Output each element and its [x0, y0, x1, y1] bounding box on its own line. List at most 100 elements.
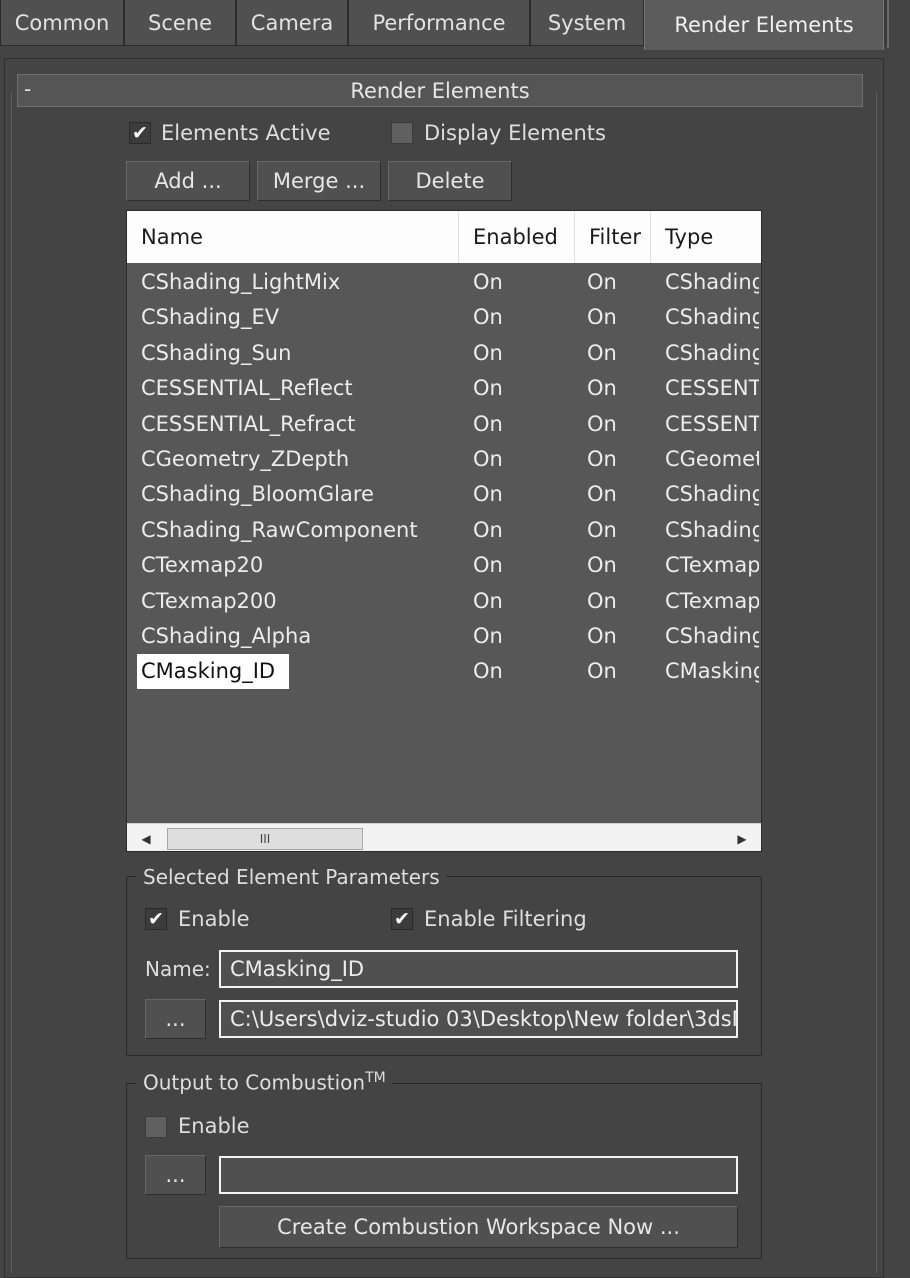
row-name: CTexmap200: [141, 588, 277, 613]
row-name: CESSENTIAL_Refract: [141, 411, 356, 436]
scroll-thumb[interactable]: III: [167, 828, 363, 850]
row-type: CShading: [665, 305, 759, 330]
row-enabled: On: [473, 553, 503, 578]
row-filter: On: [587, 305, 617, 330]
tab-scene[interactable]: Scene: [124, 0, 236, 46]
row-filter: On: [587, 659, 617, 684]
list-row[interactable]: CTexmap200 On On CTexmap: [127, 584, 761, 619]
list-row[interactable]: CShading_BloomGlare On On CShading: [127, 477, 761, 512]
elements-active-checkbox[interactable]: ✔: [129, 122, 151, 144]
tab-camera[interactable]: Camera: [236, 0, 348, 46]
render-elements-list[interactable]: Name Enabled Filter Type CShading_LightM…: [126, 210, 762, 852]
create-combustion-workspace-button[interactable]: Create Combustion Workspace Now ...: [219, 1206, 738, 1248]
list-row[interactable]: CShading_RawComponent On On CShading: [127, 513, 761, 548]
name-label: Name:: [145, 957, 211, 981]
combustion-enable-label: Enable: [178, 1114, 250, 1138]
list-row[interactable]: CShading_Sun On On CShading: [127, 336, 761, 371]
row-type: CGeomet: [665, 447, 759, 471]
row-name: CShading_Sun: [141, 340, 292, 365]
browse-output-button[interactable]: ...: [145, 999, 206, 1039]
column-header-type[interactable]: Type: [651, 211, 761, 263]
column-header-filter[interactable]: Filter: [575, 211, 651, 263]
row-filter: On: [587, 376, 617, 401]
grip-icon: III: [259, 832, 271, 846]
row-enabled: On: [473, 517, 503, 542]
row-type: CTexmap: [665, 553, 759, 578]
row-filter: On: [587, 482, 617, 507]
column-header-enabled[interactable]: Enabled: [459, 211, 575, 263]
display-elements-label: Display Elements: [424, 121, 606, 145]
row-enabled: On: [473, 588, 503, 613]
list-row[interactable]: CShading_Alpha On On CShading: [127, 619, 761, 654]
output-to-combustion-title: Output to CombustionTM: [137, 1070, 392, 1095]
tab-common[interactable]: Common: [0, 0, 124, 46]
enable-element-checkbox[interactable]: ✔: [145, 908, 167, 930]
tab-system[interactable]: System: [530, 0, 644, 46]
enable-filtering-checkbox[interactable]: ✔: [391, 908, 413, 930]
row-filter: On: [587, 270, 617, 294]
row-enabled: On: [473, 482, 503, 507]
tab-bar: Common Scene Camera Performance System R…: [0, 0, 910, 50]
list-row[interactable]: CTexmap20 On On CTexmap: [127, 548, 761, 583]
combustion-browse-button[interactable]: ...: [145, 1155, 206, 1195]
row-type: CShading: [665, 270, 759, 294]
row-enabled: On: [473, 270, 503, 294]
row-type: CMasking: [665, 659, 759, 684]
add-button[interactable]: Add ...: [126, 161, 250, 201]
row-filter: On: [587, 553, 617, 578]
tab-performance[interactable]: Performance: [348, 0, 530, 46]
row-name: CTexmap20: [141, 553, 264, 578]
row-filter: On: [587, 588, 617, 613]
combustion-path-field[interactable]: [219, 1156, 738, 1194]
tab-render-elements[interactable]: Render Elements: [644, 0, 884, 50]
list-row[interactable]: CMasking_ID On On CMasking: [127, 654, 761, 690]
trademark-mark: TM: [365, 1070, 386, 1086]
row-type: CESSENT: [665, 376, 759, 401]
row-name: CGeometry_ZDepth: [141, 447, 350, 471]
row-filter: On: [587, 411, 617, 436]
rollout-title: Render Elements: [350, 78, 530, 103]
horizontal-scrollbar[interactable]: ◀ III ▶: [127, 823, 761, 851]
scroll-left-arrow-icon[interactable]: ◀: [131, 824, 161, 851]
rollout-header-render-elements[interactable]: - Render Elements: [17, 74, 863, 107]
output-path-field[interactable]: C:\Users\dviz-studio 03\Desktop\New fold…: [219, 1000, 738, 1038]
collapse-icon[interactable]: -: [24, 77, 31, 101]
row-name: CMasking_ID: [137, 654, 290, 690]
list-row[interactable]: CShading_EV On On CShading: [127, 300, 761, 335]
element-name-field[interactable]: CMasking_ID: [219, 950, 738, 988]
row-name: CShading_EV: [141, 305, 280, 330]
row-enabled: On: [473, 305, 503, 330]
row-enabled: On: [473, 376, 503, 401]
row-type: CESSENT: [665, 411, 759, 436]
row-name: CShading_Alpha: [141, 624, 312, 648]
row-name: CShading_RawComponent: [141, 517, 418, 542]
enable-filtering-label: Enable Filtering: [424, 907, 587, 931]
scroll-right-arrow-icon[interactable]: ▶: [727, 824, 757, 851]
row-enabled: On: [473, 411, 503, 436]
list-row[interactable]: CESSENTIAL_Refract On On CESSENT: [127, 407, 761, 442]
list-row[interactable]: CShading_LightMix On On CShading: [127, 265, 761, 300]
row-enabled: On: [473, 447, 503, 471]
elements-active-label: Elements Active: [161, 121, 331, 145]
list-row[interactable]: CESSENTIAL_Reflect On On CESSENT: [127, 371, 761, 406]
display-elements-checkbox[interactable]: [391, 122, 413, 144]
row-filter: On: [587, 624, 617, 648]
merge-button[interactable]: Merge ...: [257, 161, 381, 201]
row-name: CShading_LightMix: [141, 270, 341, 294]
combustion-title-text: Output to Combustion: [143, 1070, 366, 1095]
row-type: CTexmap: [665, 588, 759, 613]
column-header-name[interactable]: Name: [127, 211, 459, 263]
row-enabled: On: [473, 624, 503, 648]
row-enabled: On: [473, 659, 503, 684]
enable-element-label: Enable: [178, 907, 250, 931]
selected-element-parameters-title: Selected Element Parameters: [137, 865, 446, 889]
row-type: CShading: [665, 517, 759, 542]
list-row[interactable]: CGeometry_ZDepth On On CGeomet: [127, 442, 761, 477]
delete-button[interactable]: Delete: [388, 161, 512, 201]
combustion-enable-checkbox[interactable]: [145, 1116, 167, 1138]
row-filter: On: [587, 517, 617, 542]
row-filter: On: [587, 447, 617, 471]
row-enabled: On: [473, 340, 503, 365]
tab-bar-edge: [887, 0, 910, 48]
row-type: CShading: [665, 482, 759, 507]
